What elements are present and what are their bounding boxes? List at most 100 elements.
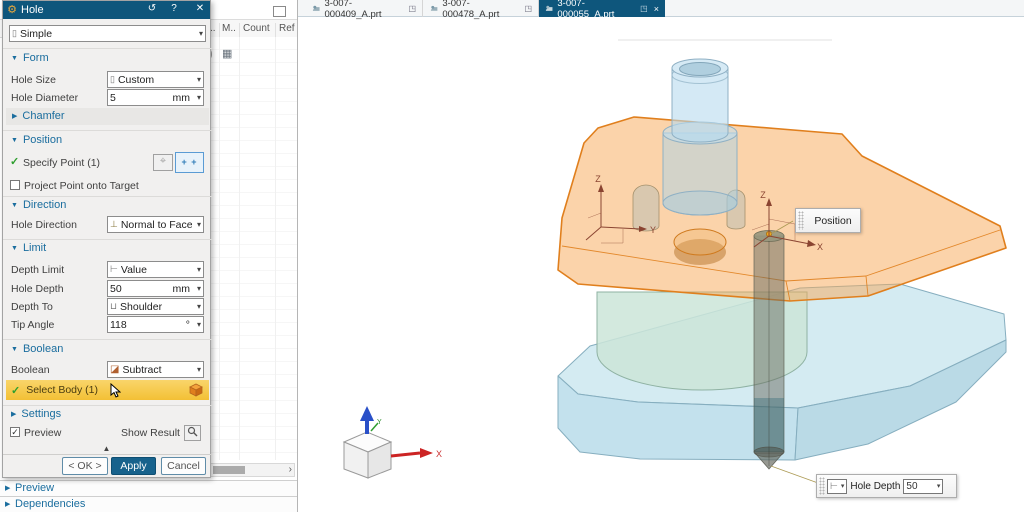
horizontal-scrollbar[interactable]: › bbox=[210, 463, 295, 477]
boolean-value: Subtract bbox=[122, 363, 162, 376]
point-on-face-icon bbox=[160, 155, 166, 167]
table-grid-icon: ▦ bbox=[222, 48, 233, 60]
part-tab-bar: 3-007-000409_A.prt ◳ 3-007-000478_A.prt … bbox=[298, 0, 1024, 20]
tip-angle-unit[interactable]: ° bbox=[186, 319, 190, 331]
axis-label-y: Y bbox=[377, 419, 382, 426]
hole-depth-value: 50 bbox=[906, 480, 918, 492]
tab-part-000055-active[interactable]: 3-007-000055_A.prt ◳ × bbox=[539, 0, 665, 20]
window-icon[interactable]: ◳ bbox=[640, 4, 648, 13]
chevron-right-icon: ▶ bbox=[5, 485, 11, 492]
hole-depth-toolbar[interactable]: Hole Depth 50 bbox=[816, 474, 957, 498]
hole-command-icon bbox=[5, 3, 19, 16]
axis-label-z: Z bbox=[595, 174, 601, 184]
body-cube-icon bbox=[189, 383, 203, 397]
axis-label-y: Y bbox=[650, 225, 656, 235]
normal-to-face-icon bbox=[110, 219, 118, 230]
tip-angle-label: Tip Angle bbox=[11, 319, 55, 331]
custom-hole-icon bbox=[110, 74, 115, 85]
divider bbox=[3, 454, 212, 455]
select-body-label: Select Body (1) bbox=[26, 384, 99, 396]
close-icon[interactable]: ✕ bbox=[193, 3, 207, 14]
position-label-text: Position bbox=[814, 214, 852, 227]
window-icon[interactable]: ◳ bbox=[524, 4, 532, 13]
z-axis-arrowhead bbox=[360, 406, 374, 421]
sketch-point-button[interactable] bbox=[153, 154, 173, 171]
hole-size-dropdown[interactable]: Custom bbox=[107, 71, 204, 88]
depth-limit-mini-combo[interactable] bbox=[827, 478, 848, 494]
depth-to-dropdown[interactable]: Shoulder bbox=[107, 298, 204, 315]
subtract-icon bbox=[110, 364, 119, 375]
section-position[interactable]: Position bbox=[11, 134, 62, 146]
section-limit[interactable]: Limit bbox=[11, 242, 46, 254]
depth-limit-dropdown[interactable]: Value bbox=[107, 261, 204, 278]
preview-checkbox[interactable]: ✓ bbox=[10, 427, 20, 437]
show-result-label: Show Result bbox=[121, 427, 180, 439]
boss-cylinder-body[interactable] bbox=[662, 58, 738, 216]
specify-point-label[interactable]: Specify Point (1) bbox=[23, 157, 100, 169]
close-tab-icon[interactable]: × bbox=[654, 4, 659, 14]
panel-float-icon[interactable] bbox=[273, 6, 286, 17]
scroll-right-arrow[interactable]: › bbox=[289, 464, 292, 476]
tip-angle-input[interactable]: 118 ° bbox=[107, 316, 204, 333]
section-form[interactable]: Form bbox=[11, 52, 49, 64]
hole-direction-dropdown[interactable]: Normal to Face bbox=[107, 216, 204, 233]
hole-depth-label: Hole Depth bbox=[11, 283, 64, 295]
mouse-cursor bbox=[110, 383, 121, 398]
depth-to-value: Shoulder bbox=[120, 300, 163, 313]
chamfer-subsection[interactable]: Chamfer bbox=[6, 108, 209, 125]
show-result-button[interactable] bbox=[184, 425, 201, 441]
navigator-section-preview[interactable]: ▶ Preview bbox=[0, 480, 297, 496]
column-header-count[interactable]: Count bbox=[243, 23, 270, 34]
shoulder-icon bbox=[110, 301, 117, 312]
wcs-triad[interactable]: Y X bbox=[342, 406, 442, 479]
hole-size-value: Custom bbox=[117, 73, 155, 86]
column-header-ref[interactable]: Ref bbox=[279, 23, 295, 34]
section-direction[interactable]: Direction bbox=[11, 199, 66, 211]
apply-button[interactable]: Apply bbox=[111, 457, 156, 475]
hole-depth-unit[interactable]: mm bbox=[172, 283, 190, 295]
chevron-right-icon: ▶ bbox=[5, 501, 11, 508]
dialog-title: Hole bbox=[21, 4, 44, 16]
position-drag-label[interactable]: Position bbox=[795, 208, 861, 233]
scrollbar-thumb[interactable] bbox=[213, 466, 245, 474]
hole-depth-input[interactable]: 50 bbox=[903, 478, 944, 494]
divider bbox=[3, 48, 212, 49]
model-scene[interactable]: Z Y Z X Y X bbox=[300, 16, 1024, 512]
drag-grip[interactable] bbox=[798, 211, 804, 230]
axis-label-x: X bbox=[436, 449, 442, 459]
section-settings[interactable]: Settings bbox=[11, 408, 61, 420]
point-dialog-button[interactable]: + + bbox=[175, 152, 204, 173]
reset-icon[interactable]: ↺ bbox=[145, 3, 159, 14]
check-icon bbox=[10, 155, 19, 168]
dialog-titlebar[interactable]: Hole ↺ ? ✕ bbox=[3, 1, 210, 19]
hole-depth-input[interactable]: 50 mm bbox=[107, 280, 204, 297]
value-limit-icon bbox=[830, 481, 838, 492]
tab-part-000478[interactable]: 3-007-000478_A.prt ◳ bbox=[424, 0, 539, 20]
cancel-button[interactable]: Cancel bbox=[161, 457, 206, 475]
hole-diameter-unit[interactable]: mm bbox=[172, 92, 190, 104]
part-icon bbox=[312, 5, 320, 11]
hole-size-label: Hole Size bbox=[11, 74, 56, 86]
axis-label-z: Z bbox=[760, 190, 766, 200]
hole-diameter-value: 5 bbox=[110, 91, 116, 104]
grid-line bbox=[219, 37, 220, 460]
select-body-row[interactable]: Select Body (1) bbox=[6, 380, 209, 400]
ok-button[interactable]: < OK > bbox=[62, 457, 108, 475]
depth-to-label: Depth To bbox=[11, 301, 53, 313]
axis-label-x: X bbox=[817, 242, 823, 252]
help-icon[interactable]: ? bbox=[167, 3, 181, 14]
hole-type-dropdown[interactable]: Simple bbox=[9, 25, 206, 42]
navigator-section-dependencies[interactable]: ▶ Dependencies bbox=[0, 496, 297, 512]
section-boolean[interactable]: Boolean bbox=[11, 343, 63, 355]
hole-diameter-input[interactable]: 5 mm bbox=[107, 89, 204, 106]
project-point-checkbox[interactable] bbox=[10, 180, 20, 190]
window-icon[interactable]: ◳ bbox=[408, 4, 416, 13]
divider bbox=[3, 130, 212, 131]
collapse-dialog-arrow[interactable]: ▲ bbox=[3, 444, 210, 453]
x-axis-arrow bbox=[390, 451, 421, 458]
column-header-m[interactable]: M.. bbox=[222, 23, 236, 34]
navigator-rows[interactable] bbox=[208, 37, 297, 460]
tab-part-000409[interactable]: 3-007-000409_A.prt ◳ bbox=[306, 0, 423, 20]
drag-grip[interactable] bbox=[819, 477, 825, 495]
boolean-dropdown[interactable]: Subtract bbox=[107, 361, 204, 378]
